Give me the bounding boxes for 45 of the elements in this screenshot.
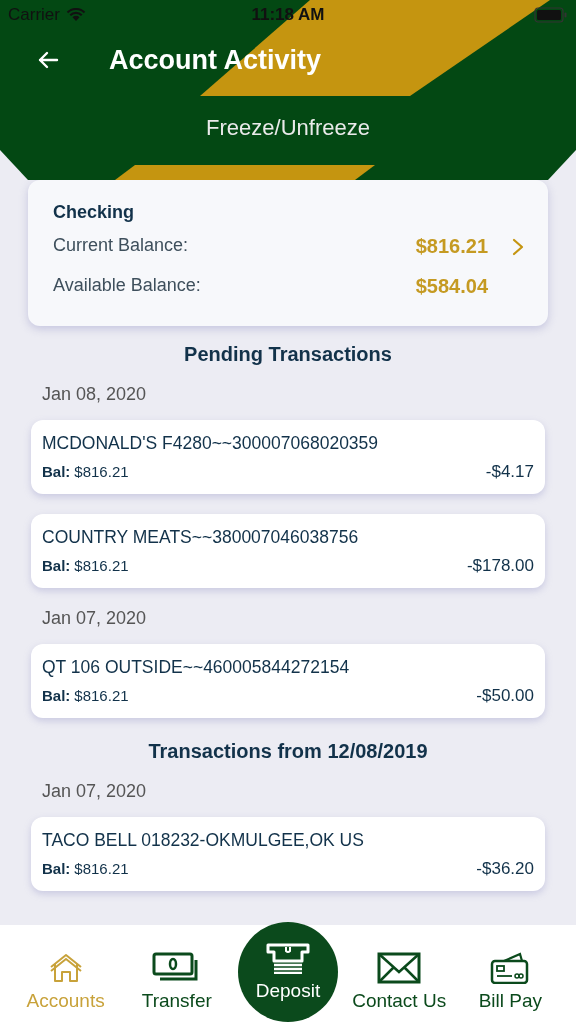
freeze-link[interactable]: Freeze/Unfreeze (206, 115, 370, 141)
transaction-card[interactable]: QT 106 OUTSIDE~~460005844272154 Bal: $816.21 -$50.00 (31, 644, 545, 718)
balance-label: Bal: (42, 687, 71, 704)
balance-label: Bal: (42, 860, 71, 877)
balance-label: Available Balance: (53, 275, 201, 297)
balance-amount: $584.04 (415, 275, 488, 298)
balance-label: Current Balance: (53, 235, 189, 257)
tab-button[interactable]: Bill Pay (460, 952, 561, 1012)
transaction-description: TACO BELL 018232-OKMULGEE,OK US (42, 830, 365, 851)
balance-amount: $816.21 (74, 687, 129, 704)
transaction-amount: -$50.00 (476, 686, 534, 706)
status-time: 11:18 AM (251, 5, 325, 25)
transaction-description: COUNTRY MEATS~~380007046038756 (42, 527, 360, 548)
carrier-name: Carrier (8, 5, 60, 25)
tab-button[interactable]: Contact Us (349, 952, 450, 1012)
transaction-amount: -$178.00 (466, 556, 534, 576)
back-arrow-icon (37, 51, 59, 69)
section-heading: Transactions from 12/08/2019 (148, 740, 428, 763)
account-card[interactable]: Checking Current Balance: $816.21 Available Balance: $584.04 (28, 180, 548, 326)
date-label: Jan 08, 2020 (42, 384, 147, 405)
tab-button[interactable]: Transfer (126, 952, 227, 1012)
envelope-icon (377, 952, 422, 984)
account-name: Checking (53, 202, 136, 223)
balance-amount: $816.21 (74, 860, 129, 877)
cash-slot-icon (265, 942, 310, 974)
wifi-icon (65, 8, 86, 22)
card-icon (490, 952, 531, 984)
balance-label: Bal: (42, 463, 71, 480)
balance-amount: $816.21 (415, 235, 488, 258)
balance-label: Bal: (42, 557, 71, 574)
date-label: Jan 07, 2020 (42, 781, 147, 802)
battery-icon (534, 7, 568, 23)
transaction-card[interactable]: COUNTRY MEATS~~380007046038756 Bal: $816.21 -$178.00 (31, 514, 545, 588)
transaction-description: MCDONALD'S F4280~~300007068020359 (42, 433, 380, 454)
tab-button[interactable]: Deposit (237, 922, 338, 1022)
balance-amount: $816.21 (74, 557, 129, 574)
balance-amount: $816.21 (74, 463, 129, 480)
transaction-card[interactable]: TACO BELL 018232-OKMULGEE,OK US Bal: $816.21 -$36.20 (31, 817, 545, 891)
chevron-right-icon (512, 237, 524, 256)
transaction-amount: -$36.20 (476, 859, 534, 879)
transaction-amount: -$4.17 (485, 462, 534, 482)
section-heading: Pending Transactions (184, 343, 392, 366)
transaction-description: QT 106 OUTSIDE~~460005844272154 (42, 657, 351, 678)
transaction-card[interactable]: MCDONALD'S F4280~~300007068020359 Bal: $816.21 -$4.17 (31, 420, 545, 494)
date-label: Jan 07, 2020 (42, 608, 147, 629)
